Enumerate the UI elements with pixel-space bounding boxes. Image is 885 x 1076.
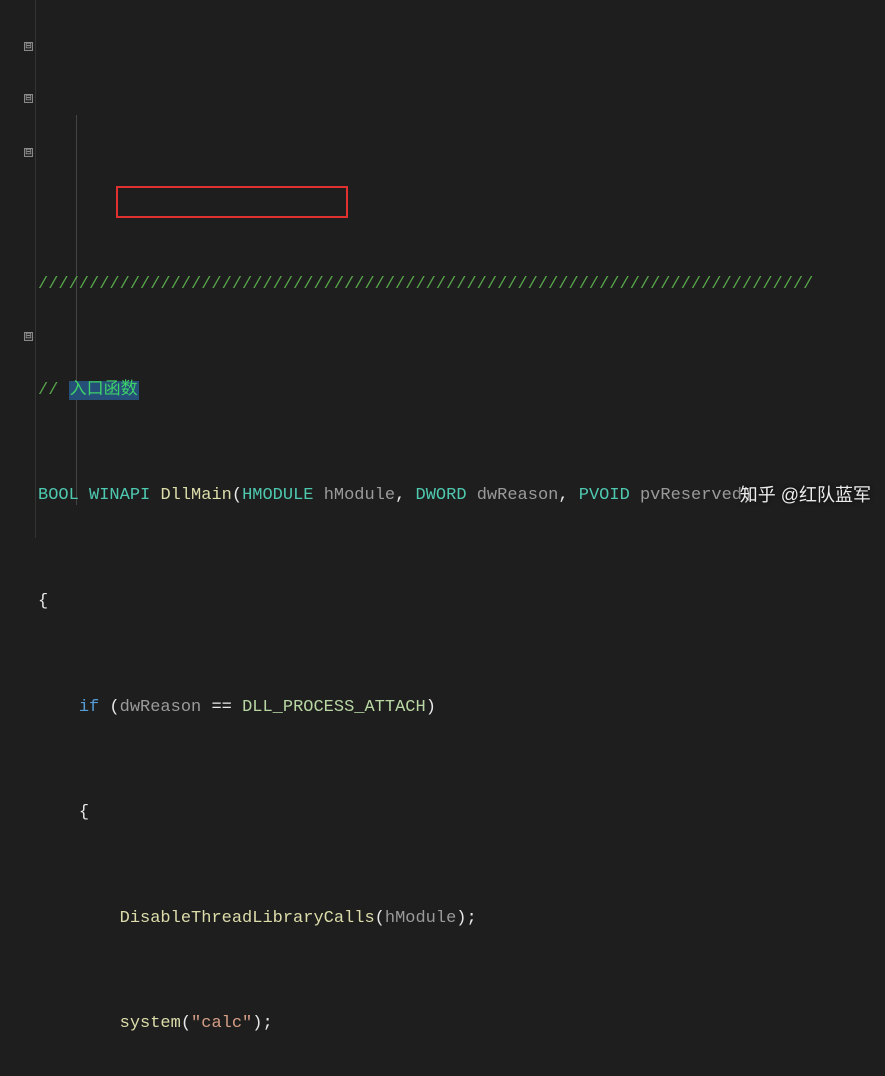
entry-comment: 入口函数 <box>69 381 139 400</box>
comment-bar: ////////////////////////////////////////… <box>38 275 813 294</box>
code-line: // 入口函数 <box>38 378 885 404</box>
fold-icon[interactable]: ⊟ <box>24 332 33 341</box>
code-editor[interactable]: ⊟ ⊟ ⊟ ⊟ ////////////////////////////////… <box>0 0 885 538</box>
code-line: { <box>38 800 885 826</box>
code-area[interactable]: ////////////////////////////////////////… <box>36 0 885 538</box>
code-line: DisableThreadLibraryCalls(hModule); <box>38 906 885 932</box>
code-line: if (dwReason == DLL_PROCESS_ATTACH) <box>38 695 885 721</box>
code-line: { <box>38 589 885 615</box>
code-line: ////////////////////////////////////////… <box>38 272 885 298</box>
code-line: system("calc"); <box>38 1011 885 1037</box>
code-line: BOOL WINAPI DllMain(HMODULE hModule, DWO… <box>38 483 885 509</box>
fold-icon[interactable]: ⊟ <box>24 94 33 103</box>
fold-icon[interactable]: ⊟ <box>24 42 33 51</box>
gutter: ⊟ ⊟ ⊟ ⊟ <box>0 0 36 538</box>
fold-icon[interactable]: ⊟ <box>24 148 33 157</box>
